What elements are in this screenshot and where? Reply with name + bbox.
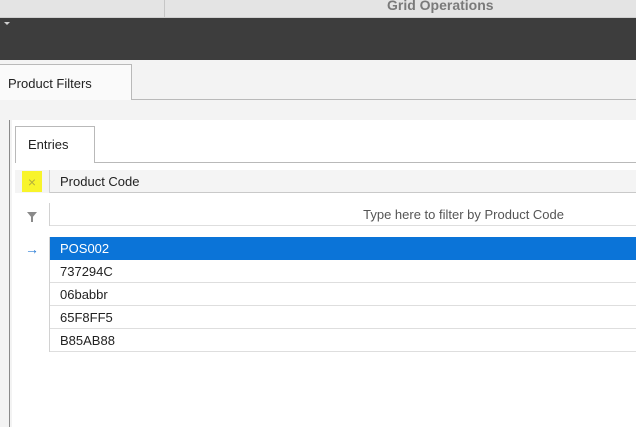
cell-text: 737294C	[60, 264, 113, 279]
table-cell-product-code[interactable]: B85AB88	[50, 329, 636, 352]
ribbon-bar	[0, 18, 636, 60]
cell-text: 65F8FF5	[60, 310, 113, 325]
window-title: Grid Operations	[387, 0, 494, 13]
table-cell-product-code[interactable]: 737294C	[50, 260, 636, 283]
inner-tab-strip-line	[95, 162, 636, 163]
clear-button[interactable]: ×	[22, 171, 42, 192]
row-indicator	[15, 260, 50, 283]
tab-product-filters[interactable]: Product Filters	[0, 64, 132, 100]
row-indicator	[15, 306, 50, 329]
header-indicator-cell: ×	[15, 170, 50, 193]
tab-entries[interactable]: Entries	[15, 126, 95, 163]
table-row[interactable]: 737294C	[12, 260, 636, 283]
tab-entries-label: Entries	[28, 137, 69, 152]
window-title-bar: Grid Operations	[0, 0, 636, 18]
filter-placeholder: Type here to filter by Product Code	[363, 207, 564, 222]
column-header-product-code[interactable]: Product Code	[50, 170, 636, 193]
filter-input[interactable]: Type here to filter by Product Code	[50, 203, 636, 226]
table-row[interactable]: 06babbr	[12, 283, 636, 306]
table-row[interactable]: → POS002	[12, 237, 636, 260]
clear-icon: ×	[27, 173, 37, 190]
current-row-arrow-icon: →	[25, 240, 39, 257]
row-indicator: →	[15, 237, 50, 260]
filter-indicator-cell	[15, 203, 50, 226]
cell-text: 06babbr	[60, 287, 108, 302]
table-cell-product-code[interactable]: POS002	[50, 237, 636, 260]
cell-text: POS002	[60, 241, 110, 256]
table-row[interactable]: B85AB88	[12, 329, 636, 352]
row-indicator	[15, 329, 50, 352]
grid-header-row: × Product Code	[12, 170, 636, 193]
product-grid: × Product Code Type here to filter by Pr…	[12, 170, 636, 427]
cell-text: B85AB88	[60, 333, 115, 348]
collapse-caret-icon[interactable]	[4, 22, 10, 25]
table-row[interactable]: 65F8FF5	[12, 306, 636, 329]
tab-product-filters-label: Product Filters	[8, 76, 92, 91]
filter-icon	[27, 211, 37, 222]
panel-left-border	[9, 120, 10, 427]
filter-row: Type here to filter by Product Code	[12, 203, 636, 226]
column-header-label: Product Code	[60, 174, 140, 189]
table-cell-product-code[interactable]: 06babbr	[50, 283, 636, 306]
title-divider	[164, 0, 165, 17]
row-indicator	[15, 283, 50, 306]
tab-strip-line	[132, 99, 636, 100]
table-cell-product-code[interactable]: 65F8FF5	[50, 306, 636, 329]
